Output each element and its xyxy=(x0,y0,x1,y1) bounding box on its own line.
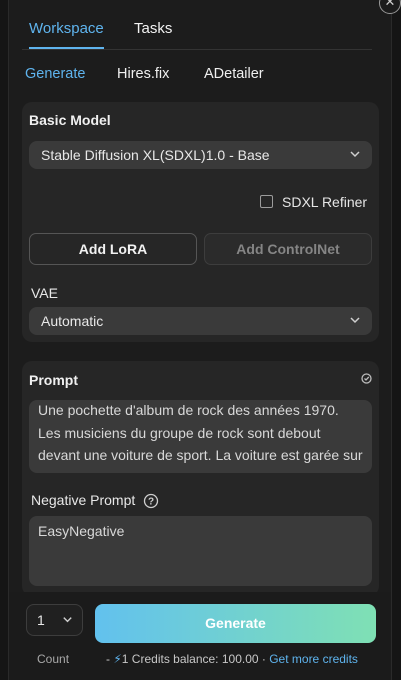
count-select[interactable]: 1 xyxy=(26,604,83,636)
tab-tasks[interactable]: Tasks xyxy=(134,20,172,37)
help-icon[interactable]: ? xyxy=(143,493,159,509)
prompt-title: Prompt xyxy=(29,372,78,388)
vae-select-value: Automatic xyxy=(41,313,104,329)
count-value: 1 xyxy=(37,612,45,628)
get-more-credits-link[interactable]: Get more credits xyxy=(269,652,358,666)
count-label: Count xyxy=(37,652,70,666)
tab-workspace[interactable]: Workspace xyxy=(29,20,104,49)
credits-info: - ⚡1 Credits balance: 100.00 · Get more … xyxy=(106,652,358,666)
chevron-down-icon xyxy=(350,151,360,158)
add-controlnet-button[interactable]: Add ControlNet xyxy=(204,233,372,265)
svg-text:?: ? xyxy=(148,497,154,508)
subtab-hires-fix[interactable]: Hires.fix xyxy=(117,66,169,82)
vae-select[interactable]: Automatic xyxy=(29,307,372,335)
generate-button[interactable]: Generate xyxy=(95,604,376,643)
chevron-down-icon xyxy=(63,617,72,623)
vae-label: VAE xyxy=(31,285,58,301)
prompt-textarea[interactable]: Une pochette d'album de rock des années … xyxy=(29,400,372,473)
prompt-text: Une pochette d'album de rock des années … xyxy=(38,402,363,473)
chevron-down-icon xyxy=(350,317,360,324)
subtab-adetailer[interactable]: ADetailer xyxy=(204,66,264,82)
negative-prompt-text: EasyNegative xyxy=(38,523,125,539)
prompt-card: Prompt Une pochette d'album de rock des … xyxy=(22,361,379,596)
top-tabs: Workspace Tasks xyxy=(22,18,372,50)
basic-model-card: Basic Model Stable Diffusion XL(SDXL)1.0… xyxy=(22,102,379,342)
negative-prompt-label: Negative Prompt xyxy=(31,492,136,508)
credits-balance: Credits balance: 100.00 · xyxy=(128,652,270,666)
subtab-generate[interactable]: Generate xyxy=(25,66,85,82)
lightning-icon: ⚡ xyxy=(113,652,122,666)
add-lora-button[interactable]: Add LoRA xyxy=(29,233,197,265)
model-select-value: Stable Diffusion XL(SDXL)1.0 - Base xyxy=(41,147,270,163)
basic-model-title: Basic Model xyxy=(29,112,111,128)
sdxl-refiner-checkbox[interactable] xyxy=(260,195,273,208)
negative-prompt-textarea[interactable]: EasyNegative xyxy=(29,516,372,586)
model-select[interactable]: Stable Diffusion XL(SDXL)1.0 - Base xyxy=(29,141,372,169)
sdxl-refiner-label: SDXL Refiner xyxy=(282,194,368,210)
prompt-options-icon[interactable] xyxy=(360,372,373,385)
